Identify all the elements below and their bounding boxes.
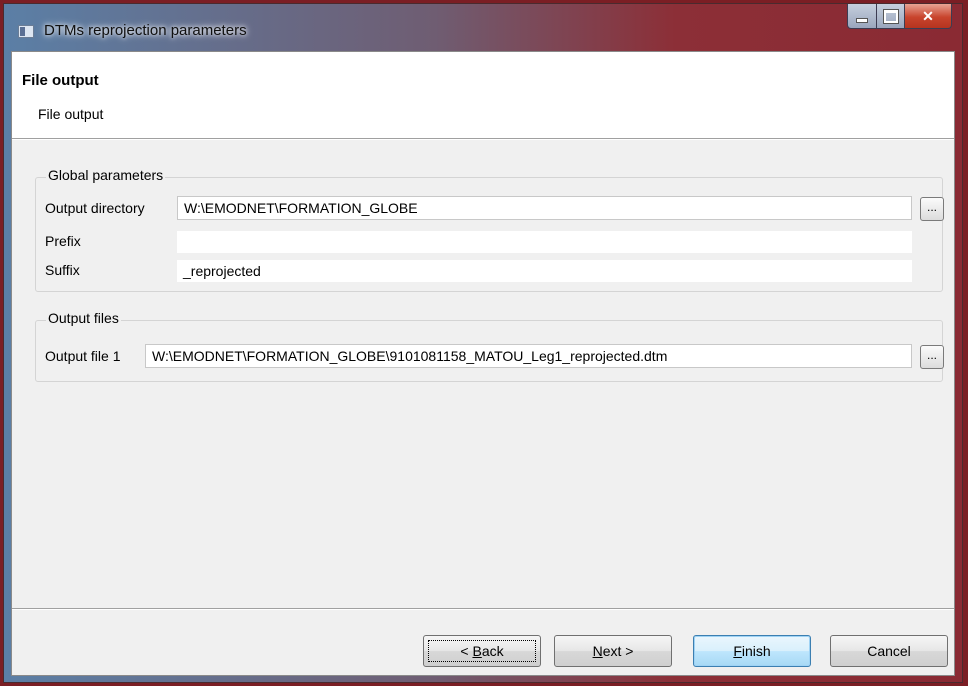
prefix-label: Prefix: [45, 233, 81, 249]
output-file-1-input[interactable]: W:\EMODNET\FORMATION_GLOBE\9101081158_MA…: [145, 344, 912, 368]
output-files-group: Output files Output file 1 W:\EMODNET\FO…: [35, 310, 944, 382]
close-icon: ✕: [922, 7, 934, 24]
back-button-prefix: <: [460, 643, 473, 659]
output-directory-browse-button[interactable]: ...: [920, 197, 944, 221]
dialog-client-area: File output File output Global parameter…: [11, 51, 955, 676]
prefix-input[interactable]: [177, 231, 912, 253]
page-header: File output File output: [12, 52, 954, 139]
maximize-icon: [883, 9, 898, 23]
minimize-button[interactable]: [847, 4, 877, 29]
global-parameters-group: Global parameters Output directory W:\EM…: [35, 167, 944, 292]
back-button-mnemonic: B: [472, 643, 482, 659]
title-bar: DTMs reprojection parameters ✕: [4, 4, 962, 56]
output-files-title: Output files: [46, 310, 121, 326]
back-button-rest: ack: [481, 643, 504, 659]
finish-button[interactable]: Finish: [693, 635, 811, 667]
suffix-label: Suffix: [45, 262, 80, 278]
next-button-mnemonic: N: [592, 643, 603, 659]
next-button[interactable]: Next >: [554, 635, 672, 667]
close-button[interactable]: ✕: [905, 4, 952, 29]
output-directory-label: Output directory: [45, 200, 145, 216]
next-button-rest: ext >: [602, 643, 634, 659]
app-icon: [18, 25, 34, 38]
output-file-1-browse-button[interactable]: ...: [920, 345, 944, 369]
page-title: File output: [22, 72, 99, 89]
window-controls: ✕: [847, 4, 952, 30]
maximize-button[interactable]: [877, 4, 905, 29]
header-divider: [12, 139, 954, 140]
footer-divider-highlight: [12, 609, 954, 610]
finish-button-mnemonic: F: [733, 643, 742, 659]
window-title: DTMs reprojection parameters: [44, 22, 247, 39]
suffix-input[interactable]: _reprojected: [177, 260, 912, 282]
dialog-window: DTMs reprojection parameters ✕ File outp…: [3, 3, 963, 683]
back-button[interactable]: < Back: [423, 635, 541, 667]
output-file-1-label: Output file 1: [45, 348, 121, 364]
page-description: File output: [38, 106, 104, 122]
output-directory-input[interactable]: W:\EMODNET\FORMATION_GLOBE: [177, 196, 912, 220]
finish-button-rest: inish: [741, 643, 771, 659]
cancel-button[interactable]: Cancel: [830, 635, 948, 667]
minimize-icon: [856, 17, 868, 23]
global-parameters-title: Global parameters: [46, 167, 166, 183]
